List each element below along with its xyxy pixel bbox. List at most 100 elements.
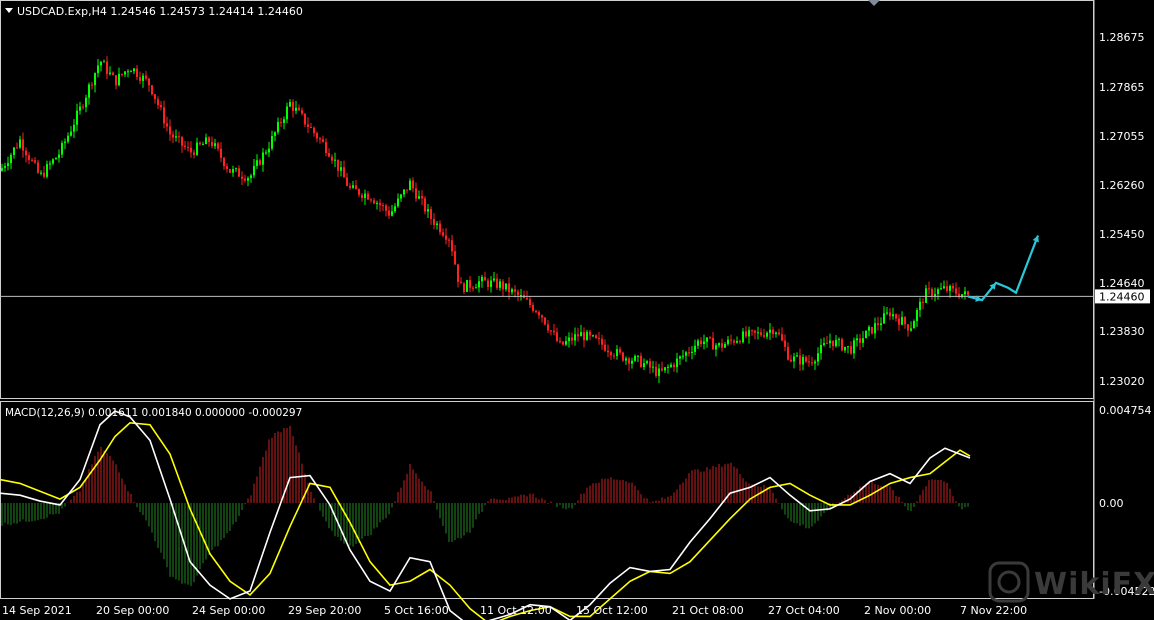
- candle-body: [613, 355, 615, 357]
- candle-body: [805, 356, 807, 362]
- candle-body: [169, 126, 171, 135]
- macd-signal-line: [0, 421, 971, 620]
- candle-body: [277, 122, 279, 133]
- candle-body: [7, 163, 9, 166]
- candle-body: [556, 332, 558, 342]
- candle-body: [352, 185, 354, 188]
- candle-body: [715, 345, 717, 350]
- candle-body: [487, 280, 489, 287]
- candle-body: [310, 127, 312, 129]
- candle-body: [646, 361, 648, 364]
- candle-body: [877, 323, 879, 326]
- candle-body: [295, 107, 297, 111]
- candle-body: [901, 317, 903, 325]
- candle-body: [211, 141, 213, 147]
- candle-body: [118, 73, 120, 86]
- candle-body: [43, 172, 45, 177]
- candle-body: [283, 119, 285, 123]
- candle-body: [133, 68, 135, 72]
- candle-body: [226, 166, 228, 169]
- candle-body: [40, 172, 42, 174]
- candle-body: [922, 301, 924, 303]
- candle-body: [424, 198, 426, 212]
- candle-body: [442, 232, 444, 236]
- candle-body: [130, 71, 132, 73]
- candle-body: [382, 205, 384, 207]
- price-label: 1.23020: [1099, 375, 1145, 388]
- time-label: 7 Nov 22:00: [960, 604, 1027, 617]
- candle-body: [85, 97, 87, 108]
- candle-body: [190, 147, 192, 153]
- candle-body: [955, 288, 957, 294]
- candle-body: [679, 356, 681, 359]
- candle-body: [946, 286, 948, 291]
- candle-body: [622, 352, 624, 361]
- time-label: 11 Oct 12:00: [480, 604, 552, 617]
- candle-body: [298, 107, 300, 111]
- candle-body: [712, 337, 714, 350]
- candle-body: [940, 288, 942, 290]
- candle-body: [838, 339, 840, 341]
- candle-body: [835, 339, 837, 347]
- candle-body: [508, 283, 510, 293]
- candle-body: [151, 85, 153, 95]
- candle-body: [685, 352, 687, 356]
- candle-body: [79, 106, 81, 111]
- candle-body: [286, 106, 288, 120]
- triangle-down-icon[interactable]: [5, 8, 13, 13]
- candle-body: [172, 134, 174, 138]
- candle-body: [691, 351, 693, 353]
- candle-body: [385, 205, 387, 211]
- candle-body: [466, 280, 468, 292]
- symbol-header: USDCAD.Exp,H4 1.24546 1.24573 1.24414 1.…: [17, 5, 303, 18]
- candle-body: [262, 152, 264, 165]
- candle-body: [406, 189, 408, 191]
- price-label: 1.27055: [1099, 130, 1145, 143]
- candle-body: [223, 157, 225, 167]
- candle-body: [748, 330, 750, 337]
- candle-body: [394, 206, 396, 212]
- candle-body: [928, 288, 930, 290]
- chart-shift-marker-icon[interactable]: [868, 0, 880, 6]
- candle-body: [412, 180, 414, 189]
- candle-body: [166, 123, 168, 127]
- watermark-text: WikiFX: [1034, 567, 1154, 602]
- candle-body: [769, 329, 771, 333]
- candle-body: [898, 318, 900, 325]
- candle-body: [493, 278, 495, 281]
- candle-body: [64, 141, 66, 144]
- candle-body: [280, 122, 282, 124]
- forecast-arrow-path: [967, 235, 1040, 302]
- trading-chart[interactable]: USDCAD.Exp,H4 1.24546 1.24573 1.24414 1.…: [0, 0, 1154, 620]
- candle-body: [148, 78, 150, 86]
- candle-body: [871, 326, 873, 334]
- candle-body: [403, 189, 405, 195]
- candle-body: [121, 73, 123, 75]
- candle-body: [880, 323, 882, 326]
- price-panel-border: [0, 0, 1094, 399]
- candle-body: [106, 61, 108, 74]
- time-label: 2 Nov 00:00: [864, 604, 931, 617]
- candle-body: [439, 223, 441, 233]
- candle-body: [727, 339, 729, 345]
- candle-body: [511, 289, 513, 293]
- candle-body: [157, 99, 159, 106]
- candle-body: [259, 160, 261, 165]
- candle-body: [514, 289, 516, 292]
- candle-body: [214, 143, 216, 147]
- candle-body: [256, 160, 258, 166]
- candle-body: [205, 137, 207, 145]
- candle-body: [91, 84, 93, 86]
- candle-body: [154, 94, 156, 100]
- time-label: 29 Sep 20:00: [288, 604, 361, 617]
- candle-body: [634, 355, 636, 361]
- candle-body: [892, 314, 894, 317]
- candle-body: [271, 135, 273, 149]
- candle-body: [445, 235, 447, 240]
- candle-body: [448, 239, 450, 241]
- candle-body: [652, 366, 654, 368]
- price-label: 1.27865: [1099, 81, 1145, 94]
- candle-body: [46, 164, 48, 177]
- time-label: 24 Sep 00:00: [192, 604, 265, 617]
- candle-body: [517, 291, 519, 296]
